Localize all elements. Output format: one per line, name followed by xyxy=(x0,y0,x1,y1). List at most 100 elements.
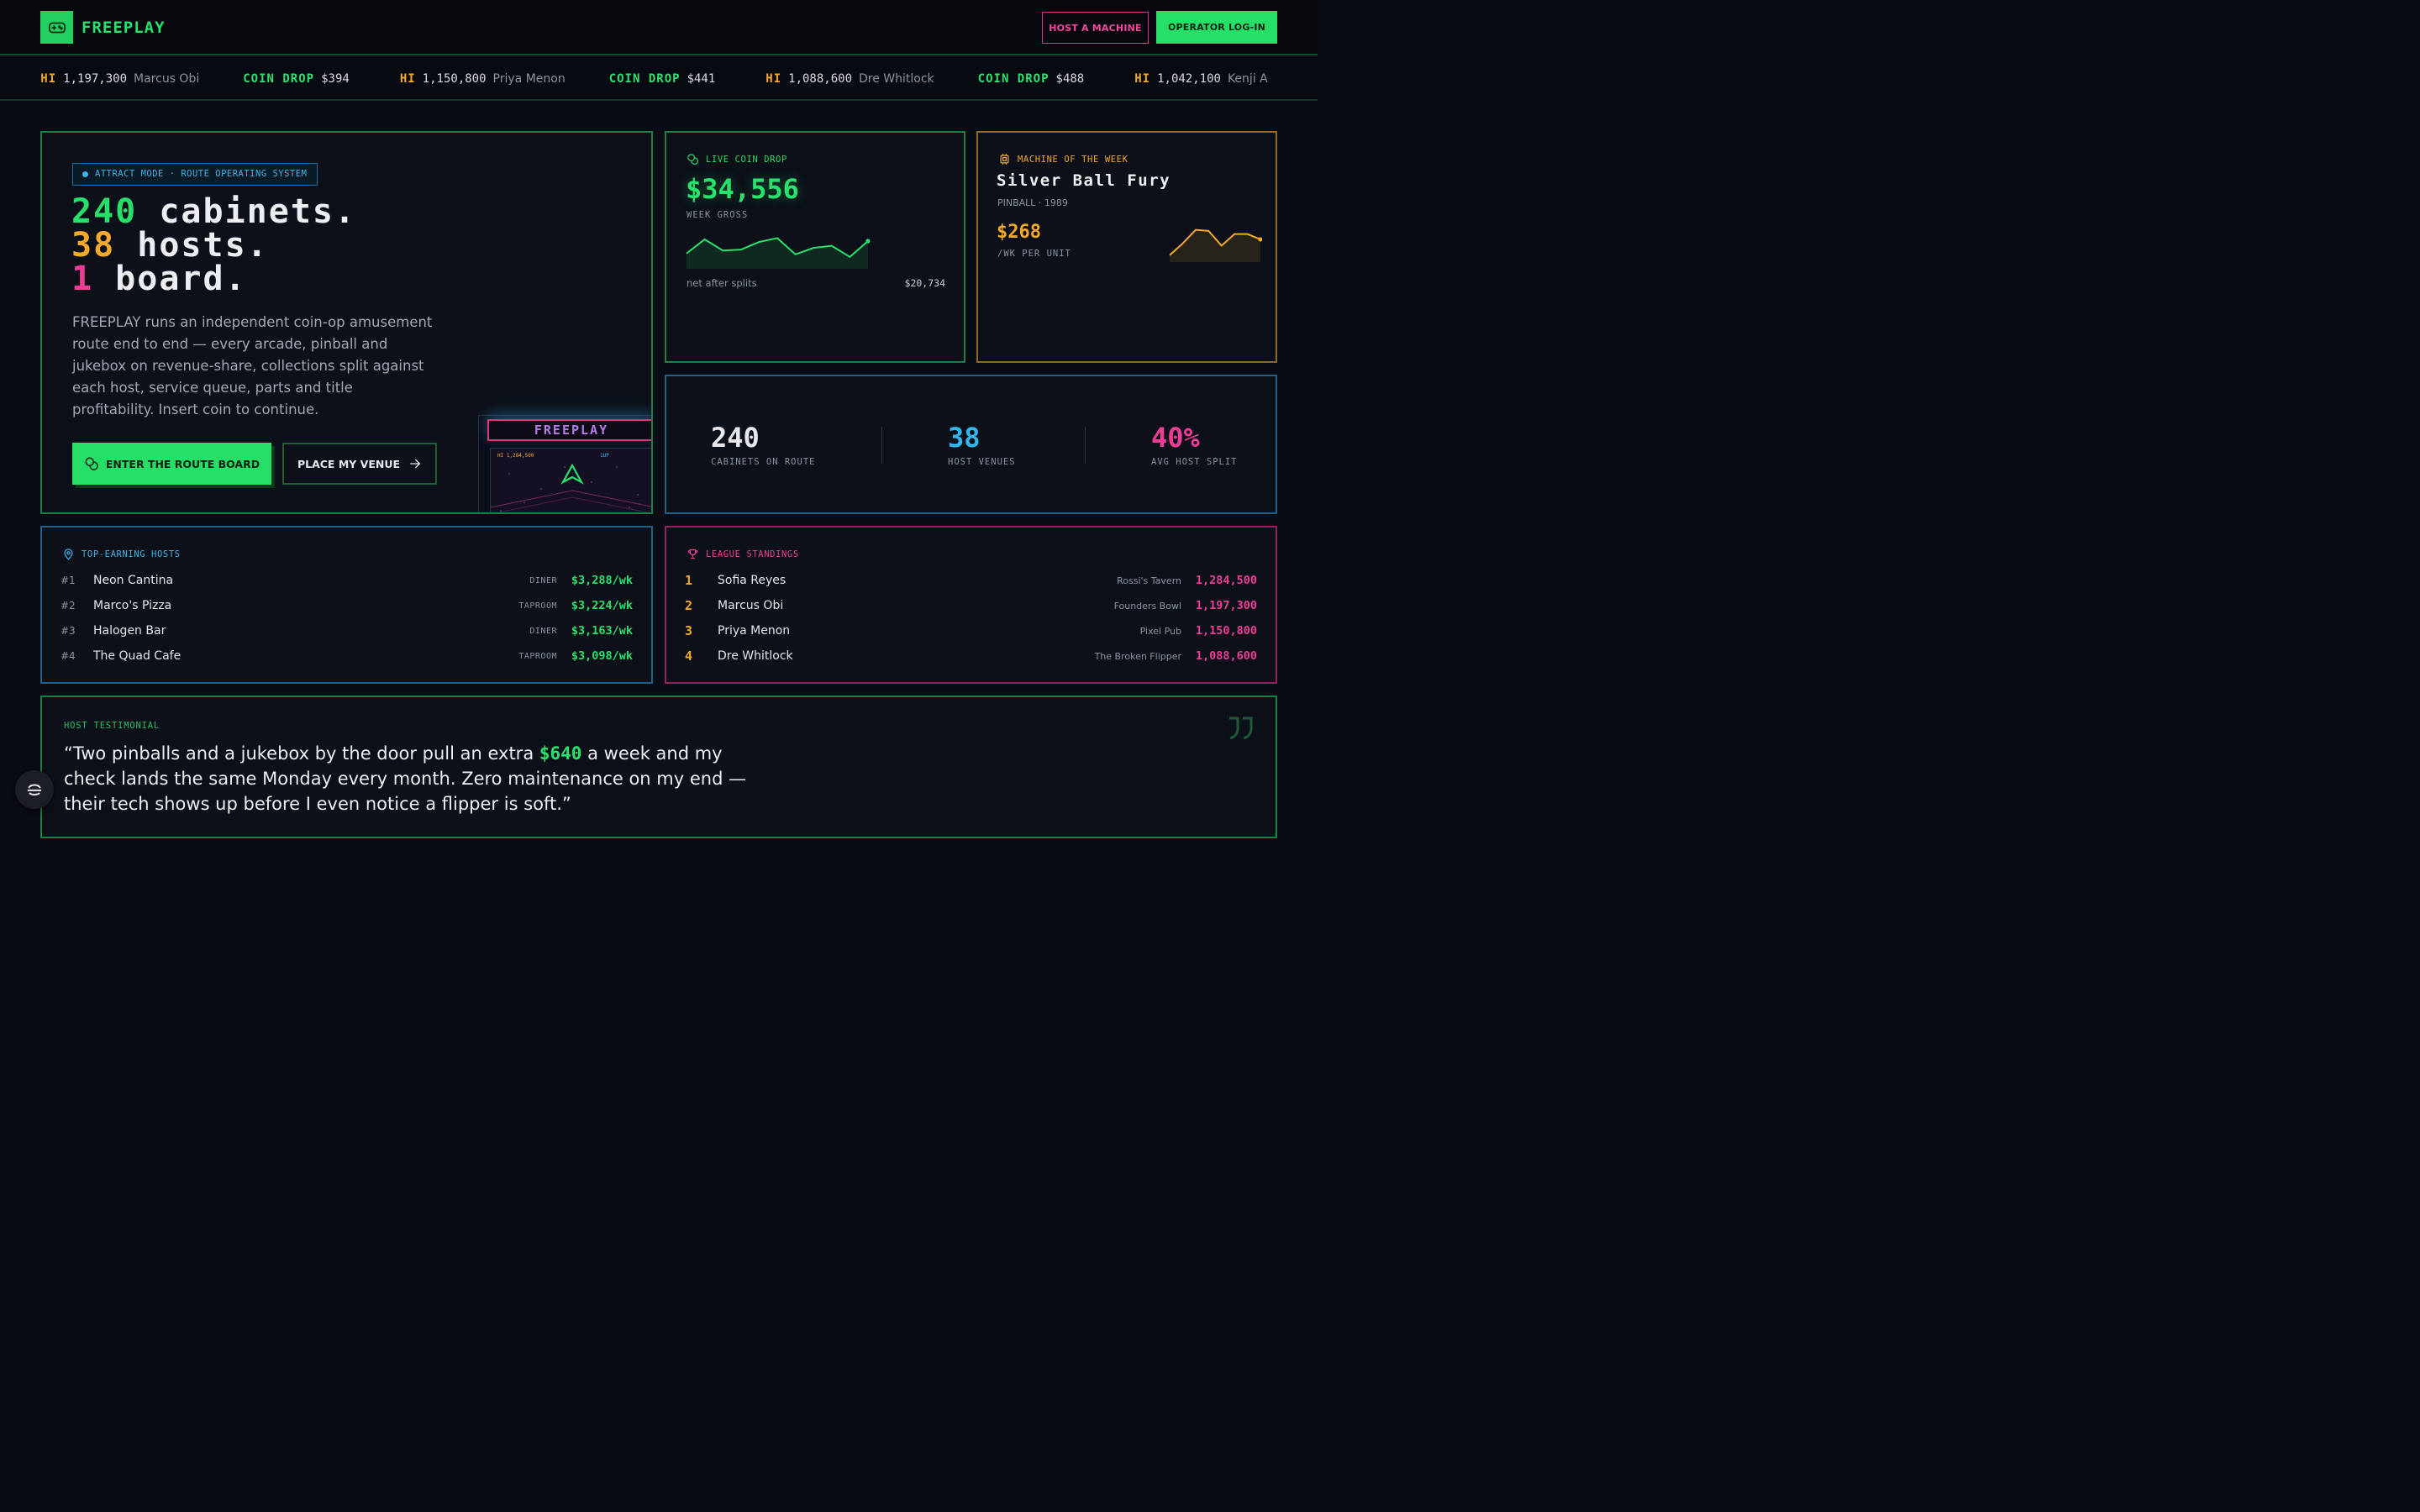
brand-logo[interactable]: FREEPLAY xyxy=(40,11,166,44)
ticker-tag: HI xyxy=(765,72,782,86)
host-earnings: $3,163/wk xyxy=(571,624,633,638)
ticker-value: $394 xyxy=(321,72,350,86)
host-machine-button[interactable]: HOST A MACHINE xyxy=(1042,12,1149,44)
route-stats-card: 240 CABINETS ON ROUTE 38 HOST VENUES 40%… xyxy=(665,375,1277,514)
league-standings-card: LEAGUE STANDINGS 1 Sofia Reyes Rossi's T… xyxy=(665,526,1277,684)
operator-login-button[interactable]: OPERATOR LOG-IN xyxy=(1156,11,1277,44)
stat-venues-label: HOST VENUES xyxy=(948,457,1016,467)
player-score: 1,150,800 xyxy=(1195,624,1257,638)
ticker-value: 1,042,100 xyxy=(1157,72,1221,86)
machine-of-week-label: MACHINE OF THE WEEK xyxy=(998,153,1128,165)
player-name: Sofia Reyes xyxy=(718,574,786,587)
stat-divider xyxy=(881,427,882,464)
host-rank: #4 xyxy=(60,650,76,662)
host-name: Halogen Bar xyxy=(93,624,166,638)
host-type: DINER xyxy=(529,575,557,585)
ticker-value: 1,150,800 xyxy=(422,72,487,86)
arcade-cabinet-illustration: FREEPLAY HI 1,284,500 1UP xyxy=(478,415,651,512)
player-venue: The Broken Flipper xyxy=(1094,650,1181,662)
league-row[interactable]: 4 Dre Whitlock The Broken Flipper 1,088,… xyxy=(685,648,1257,664)
machine-earnings-unit: /WK PER UNIT xyxy=(997,249,1071,259)
coins-icon xyxy=(85,457,98,470)
machine-meta: PINBALL · 1989 xyxy=(997,197,1068,208)
league-label-text: LEAGUE STANDINGS xyxy=(706,549,799,559)
ticker-tag: HI xyxy=(1134,72,1151,86)
coin-drop-subtitle: WEEK GROSS xyxy=(687,210,749,220)
hero-panel: ATTRACT MODE · ROUTE OPERATING SYSTEM 24… xyxy=(40,131,653,514)
testimonial-quote: “Two pinballs and a jukebox by the door … xyxy=(64,741,753,816)
ticker-track: 547HI1,197,300Marcus ObiCOIN DROP$394HI1… xyxy=(0,57,1312,99)
player-score: 1,284,500 xyxy=(1195,574,1257,587)
host-name: Neon Cantina xyxy=(93,574,174,587)
league-row[interactable]: 2 Marcus Obi Founders Bowl 1,197,300 xyxy=(685,597,1257,614)
screen-graphics xyxy=(491,463,651,512)
league-rank: 3 xyxy=(685,623,693,638)
assistant-icon xyxy=(27,784,42,795)
host-type: TAPROOM xyxy=(518,601,557,611)
ticker-player: Marcus Obi xyxy=(134,72,200,86)
net-after-splits-value: $20,734 xyxy=(904,277,945,289)
ticker-item: COIN DROP $441 xyxy=(609,72,723,86)
league-rank: 1 xyxy=(685,573,693,588)
league-rank: 2 xyxy=(685,598,693,613)
coin-drop-label-text: LIVE COIN DROP xyxy=(706,154,787,165)
league-rank: 4 xyxy=(685,648,693,664)
player-name: Marcus Obi xyxy=(718,599,784,612)
live-coin-drop-card: LIVE COIN DROP $34,556 WEEK GROSS net af… xyxy=(665,131,965,363)
stat-venues-value: 38 xyxy=(948,422,981,454)
enter-route-board-button[interactable]: ENTER THE ROUTE BOARD xyxy=(72,443,271,485)
host-earnings: $3,224/wk xyxy=(571,599,633,612)
assistant-fab[interactable] xyxy=(15,770,54,809)
machine-of-week-label-text: MACHINE OF THE WEEK xyxy=(1018,154,1128,165)
headline-board-count: 1 xyxy=(71,260,94,298)
host-testimonial-card: HOST TESTIMONIAL “Two pinballs and a juk… xyxy=(40,696,1277,838)
hero-description: FREEPLAY runs an independent coin-op amu… xyxy=(72,314,433,417)
top-hosts-label: TOP-EARNING HOSTS xyxy=(62,548,181,560)
player-name: Priya Menon xyxy=(718,624,791,638)
player-score: 1,197,300 xyxy=(1195,599,1257,612)
ticker-tag: HI xyxy=(399,72,416,86)
host-rank: #1 xyxy=(60,575,76,586)
place-venue-button[interactable]: PLACE MY VENUE xyxy=(282,443,437,485)
league-row[interactable]: 3 Priya Menon Pixel Pub 1,150,800 xyxy=(685,622,1257,639)
map-pin-icon xyxy=(64,549,73,560)
ticker-item: HI 1,088,600 Dre Whitlock xyxy=(765,72,934,86)
stat-cabinets-label: CABINETS ON ROUTE xyxy=(711,457,816,467)
host-row[interactable]: #2 Marco's Pizza TAPROOM $3,224/wk xyxy=(60,597,633,614)
player-venue: Rossi's Tavern xyxy=(1117,575,1181,586)
hero-headline: 240 cabinets. 38 hosts. 1 board. xyxy=(71,195,356,296)
testimonial-label: HOST TESTIMONIAL xyxy=(64,721,160,731)
player-venue: Founders Bowl xyxy=(1113,600,1181,612)
host-row[interactable]: #3 Halogen Bar DINER $3,163/wk xyxy=(60,622,633,639)
ticker-tag: HI xyxy=(40,72,57,86)
coin-drop-sparkline xyxy=(686,237,870,269)
host-type: TAPROOM xyxy=(518,651,557,661)
trophy-icon xyxy=(687,549,698,559)
machine-of-week-card[interactable]: MACHINE OF THE WEEK Silver Ball Fury PIN… xyxy=(976,131,1277,363)
arrow-right-icon xyxy=(410,459,421,469)
ticker-item: COIN DROP $488 xyxy=(978,72,1092,86)
player-name: Dre Whitlock xyxy=(718,649,793,663)
attract-mode-badge: ATTRACT MODE · ROUTE OPERATING SYSTEM xyxy=(72,163,318,186)
stat-venues: 38 HOST VENUES xyxy=(948,422,1016,467)
ticker-value: $488 xyxy=(1055,72,1085,86)
ticker-item: HI 1,150,800 Priya Menon xyxy=(400,72,566,86)
ticker-player: Dre Whitlock xyxy=(859,72,934,86)
machine-weekly-earnings: $268 xyxy=(997,222,1041,243)
cabinet-marquee: FREEPLAY xyxy=(487,419,651,441)
host-row[interactable]: #1 Neon Cantina DINER $3,288/wk xyxy=(60,572,633,589)
machine-title: Silver Ball Fury xyxy=(997,171,1171,190)
machine-sparkline xyxy=(1169,228,1262,262)
top-hosts-label-text: TOP-EARNING HOSTS xyxy=(82,549,181,559)
net-after-splits-label: net after splits xyxy=(687,277,757,289)
chip-icon xyxy=(1000,154,1009,165)
host-row[interactable]: #4 The Quad Cafe TAPROOM $3,098/wk xyxy=(60,648,633,664)
ticker-player: Kenji A xyxy=(1227,72,1268,86)
stat-divider xyxy=(1085,427,1086,464)
coin-drop-amount: $34,556 xyxy=(686,173,799,205)
ticker-tag: COIN DROP xyxy=(243,72,315,86)
league-row[interactable]: 1 Sofia Reyes Rossi's Tavern 1,284,500 xyxy=(685,572,1257,589)
ticker-item: COIN DROP $394 xyxy=(243,72,356,86)
player-score: 1,088,600 xyxy=(1195,649,1257,663)
ticker-item: HI 1,042,100 Kenji A xyxy=(1134,72,1268,86)
